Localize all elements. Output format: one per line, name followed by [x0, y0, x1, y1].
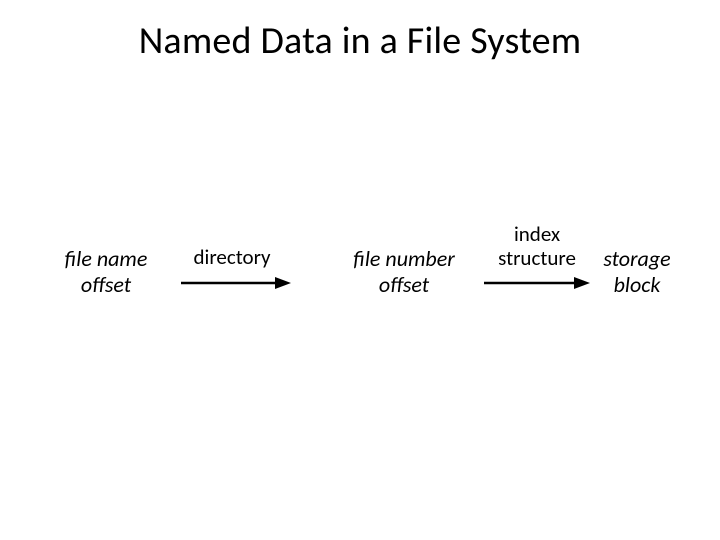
node-line-2: offset	[81, 271, 131, 298]
node-storage-block: storage block	[594, 246, 680, 298]
node-file-name-offset: file name offset	[48, 246, 164, 298]
arrow-index-structure	[482, 274, 590, 292]
arrow-label-line-2: structure	[498, 245, 576, 271]
node-line-1: storage	[603, 245, 670, 272]
node-file-number-offset: file number offset	[336, 246, 472, 298]
node-line-1: file number	[353, 245, 455, 272]
arrow-right-icon	[482, 274, 590, 292]
arrow-label-line-1: index	[514, 221, 560, 247]
arrow-label-index-structure: index structure	[486, 223, 588, 270]
file-system-mapping-diagram: file name offset directory file number o…	[52, 216, 668, 326]
arrow-directory	[179, 274, 291, 292]
arrow-label-line-1: directory	[193, 244, 270, 270]
node-line-1: file name	[65, 245, 148, 272]
node-line-2: block	[614, 271, 661, 298]
node-line-2: offset	[379, 271, 429, 298]
arrow-label-directory: directory	[181, 246, 283, 270]
slide: Named Data in a File System file name of…	[0, 0, 720, 540]
slide-title: Named Data in a File System	[0, 18, 720, 64]
arrow-right-icon	[179, 274, 291, 292]
